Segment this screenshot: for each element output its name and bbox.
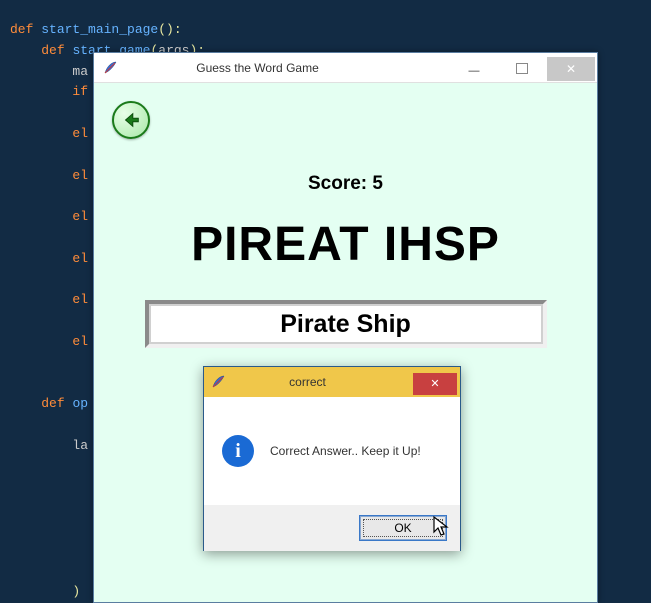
- message-dialog: correct i Correct Answer.. Keep it Up! O…: [203, 366, 461, 551]
- dialog-message: Correct Answer.. Keep it Up!: [270, 444, 421, 458]
- close-button[interactable]: [547, 57, 595, 81]
- answer-input[interactable]: [151, 306, 541, 342]
- score-label: Score: 5: [94, 173, 597, 195]
- dialog-body: i Correct Answer.. Keep it Up!: [204, 397, 460, 505]
- window-title: Guess the Word Game: [64, 61, 451, 75]
- info-icon: i: [222, 435, 254, 467]
- maximize-button[interactable]: [499, 57, 545, 81]
- scrambled-word: PIREAT IHSP: [94, 217, 597, 272]
- dialog-footer: OK: [204, 505, 460, 551]
- window-titlebar[interactable]: Guess the Word Game: [94, 53, 597, 83]
- ok-button[interactable]: OK: [360, 516, 446, 540]
- window-controls: [451, 55, 597, 81]
- answer-field-wrap: [145, 300, 547, 348]
- back-button[interactable]: [112, 101, 150, 139]
- minimize-button[interactable]: [451, 57, 497, 81]
- dialog-close-button[interactable]: [413, 373, 457, 395]
- dialog-titlebar[interactable]: correct: [204, 367, 460, 397]
- arrow-left-icon: [120, 109, 142, 131]
- dialog-title: correct: [202, 375, 413, 389]
